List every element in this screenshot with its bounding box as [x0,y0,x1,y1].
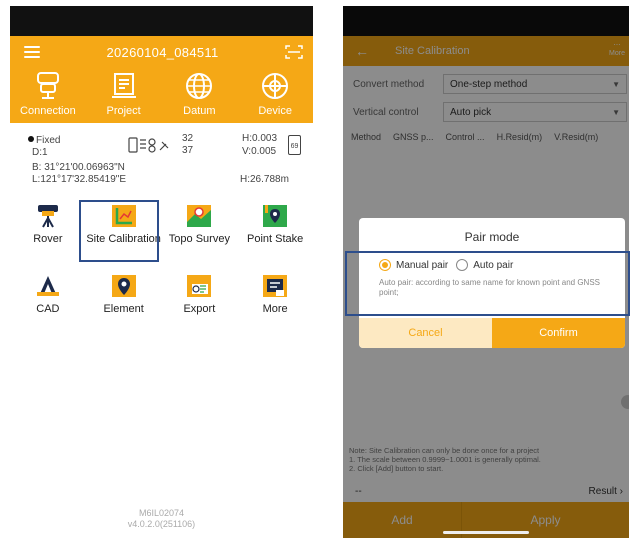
func-topo-survey[interactable]: Topo Survey [162,202,238,272]
highlight-frame [345,251,630,316]
v-precision: V:0.005 [242,146,277,157]
longitude: L:121°17'32.85419"E [32,174,126,185]
point-stake-icon [263,205,288,227]
main-screen: 20260104_084511 Connection Project Datum… [10,6,313,538]
device-globe-icon [262,73,289,99]
fix-dot-icon [28,136,34,142]
h-precision: H:0.003 [242,133,278,144]
version-info: M6IL02074 v4.0.2.0(251106) [10,508,313,530]
globe-icon [186,73,213,99]
func-label: Topo Survey [168,233,230,245]
fix-status-text: Fixed [36,135,61,146]
scan-icon[interactable] [285,45,303,59]
topo-survey-icon [187,205,212,227]
nav-label: Project [106,105,141,117]
rover-icon [37,205,58,228]
func-label: Rover [33,233,63,245]
nav-project[interactable]: Project [88,70,160,117]
nav-label: Device [258,105,292,117]
more-icon [263,275,288,297]
func-cad[interactable]: CAD [10,272,86,342]
dialog-buttons: Cancel Confirm [359,318,625,348]
func-label: More [262,303,288,315]
satellite-icon [128,137,169,153]
menu-icon[interactable] [24,46,40,58]
export-icon [187,275,212,297]
function-grid: Rover Site Calibration Topo Survey Point… [10,202,313,342]
dialog-title: Pair mode [464,230,520,244]
func-label: CAD [36,303,60,315]
highlight-frame [79,200,159,262]
position-info-card[interactable]: Fixed D:1 32 37 H:0.003 V:0.005 69 B: 31… [18,131,305,191]
fix-status: Fixed [28,135,60,146]
latitude: B: 31°21'00.06963"N [32,162,125,173]
func-more[interactable]: More [237,272,313,342]
device-serial: M6IL02074 [138,508,185,518]
height-value: H:26.788m [240,174,289,185]
sat-count-visible: 37 [182,145,194,156]
home-indicator [443,531,529,534]
sat-count-used: 32 [182,133,194,144]
func-label: Element [103,303,144,315]
element-icon [111,275,136,297]
project-icon [111,73,136,98]
func-label: Export [183,303,216,315]
confirm-button[interactable]: Confirm [492,318,625,348]
app-header: 20260104_084511 Connection Project Datum… [10,36,313,123]
diff-age: D:1 [32,147,48,158]
func-point-stake[interactable]: Point Stake [237,202,313,272]
project-title: 20260104_084511 [106,44,219,60]
func-export[interactable]: Export [162,272,238,342]
func-element[interactable]: Element [86,272,162,342]
nav-label: Connection [20,105,76,117]
status-bar [10,6,313,36]
cad-icon [36,276,59,296]
nav-label: Datum [183,105,216,117]
nav-device[interactable]: Device [239,70,311,117]
app-version: v4.0.2.0(251106) [127,519,196,529]
battery-level: 69 [290,143,299,150]
func-rover[interactable]: Rover [10,202,86,272]
battery-icon: 69 [288,135,301,155]
func-label: Point Stake [246,233,304,245]
cancel-button[interactable]: Cancel [359,318,492,348]
nav-datum[interactable]: Datum [163,70,235,117]
receiver-icon [36,72,59,99]
screenshot: 20260104_084511 Connection Project Datum… [0,0,630,538]
nav-connection[interactable]: Connection [12,70,84,117]
